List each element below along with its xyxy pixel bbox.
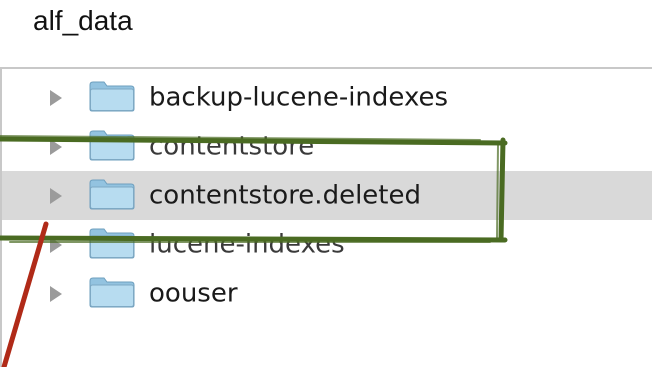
- folder-name: lucene-indexes: [149, 228, 345, 259]
- folder-name: oouser: [149, 277, 238, 308]
- folder-icon: [88, 275, 136, 313]
- disclosure-triangle-icon[interactable]: [50, 236, 62, 253]
- disclosure-triangle-icon[interactable]: [50, 187, 62, 204]
- folder-name: contentstore: [149, 130, 315, 161]
- disclosure-triangle-icon[interactable]: [50, 89, 62, 106]
- list-item-selected[interactable]: contentstore.deleted: [2, 171, 652, 220]
- screenshot: alf_data backup-lucene-indexes contentst…: [0, 0, 652, 367]
- list-item[interactable]: contentstore: [2, 122, 652, 171]
- disclosure-triangle-icon[interactable]: [50, 138, 62, 155]
- list-item[interactable]: lucene-indexes: [2, 220, 652, 269]
- disclosure-triangle-icon[interactable]: [50, 285, 62, 302]
- list-item[interactable]: backup-lucene-indexes: [2, 73, 652, 122]
- list-item[interactable]: oouser: [2, 269, 652, 318]
- folder-icon: [88, 177, 136, 215]
- folder-title: alf_data: [33, 5, 133, 36]
- folder-name: contentstore.deleted: [149, 179, 421, 210]
- folder-name: backup-lucene-indexes: [149, 81, 449, 112]
- folder-icon: [88, 79, 136, 117]
- folder-icon: [88, 226, 136, 264]
- folder-icon: [88, 128, 136, 166]
- finder-folder-list: backup-lucene-indexes contentstore conte…: [0, 67, 652, 367]
